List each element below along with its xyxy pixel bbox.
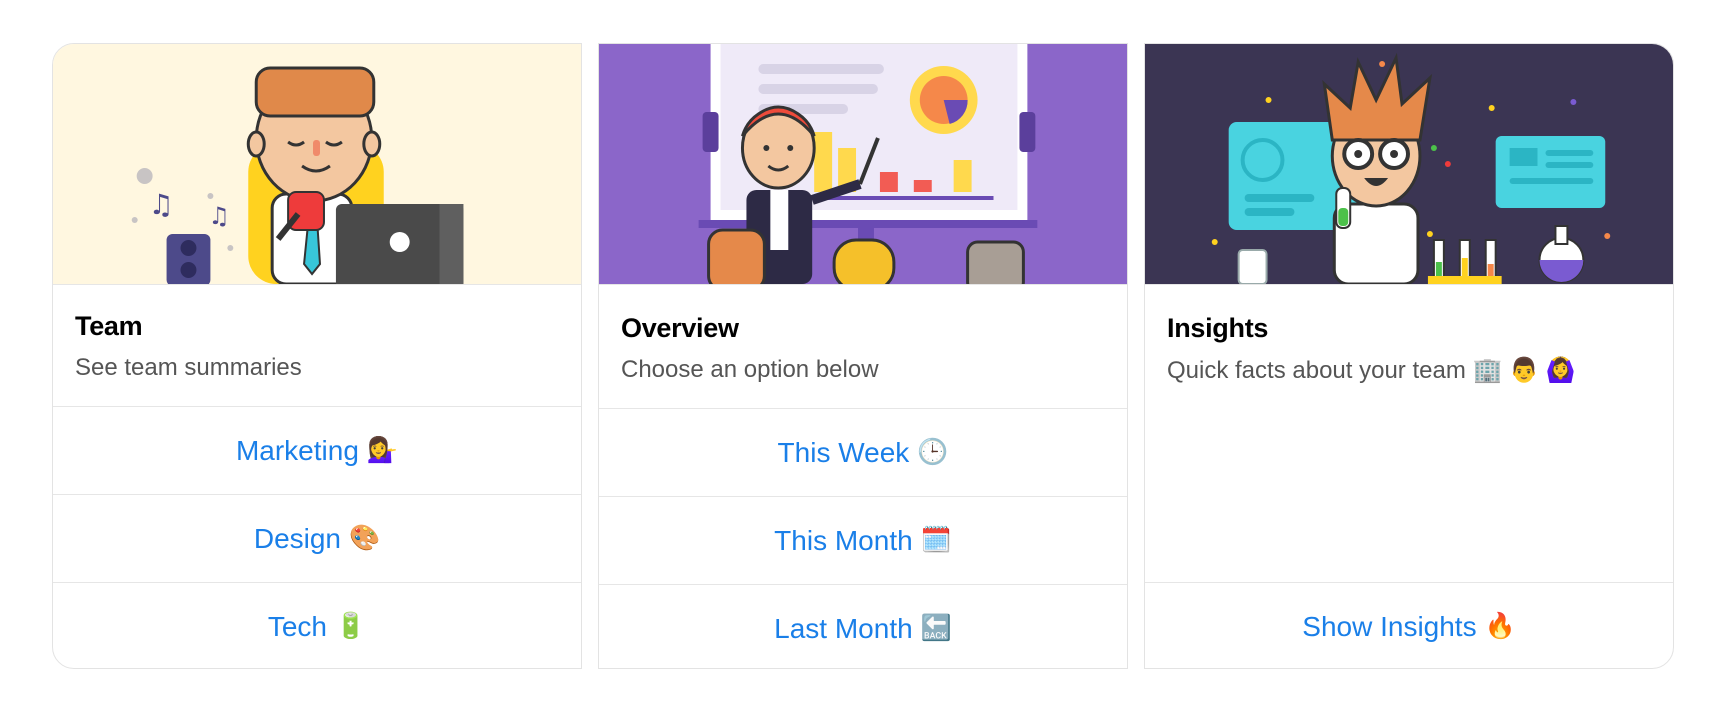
card-subtitle: Choose an option below bbox=[621, 356, 879, 383]
card-title: Overview bbox=[621, 313, 739, 343]
battery-icon: 🔋 bbox=[335, 612, 367, 640]
last-month-button[interactable]: Last Month 🔙 bbox=[599, 584, 1127, 668]
overview-card: Overview Choose an option below This Wee… bbox=[598, 43, 1128, 669]
tech-button[interactable]: Tech 🔋 bbox=[53, 582, 581, 668]
button-label: This Month bbox=[774, 524, 913, 556]
card-carousel: ♫ ♫ Team See team summaries Marketing 💁‍… bbox=[52, 43, 1674, 669]
card-subtitle: See team summaries bbox=[75, 354, 302, 381]
insights-card-header: Insights Quick facts about your team 🏢 👨… bbox=[1145, 284, 1673, 582]
card-title: Insights bbox=[1167, 313, 1269, 343]
insights-hero-illustration bbox=[1145, 44, 1673, 284]
clock-icon: 🕒 bbox=[917, 438, 949, 466]
show-insights-button[interactable]: Show Insights 🔥 bbox=[1145, 582, 1673, 668]
this-week-button[interactable]: This Week 🕒 bbox=[599, 408, 1127, 496]
overview-hero-illustration bbox=[599, 44, 1127, 284]
back-arrow-icon: 🔙 bbox=[920, 614, 952, 642]
button-label: Design bbox=[253, 522, 342, 554]
palette-icon: 🎨 bbox=[349, 524, 381, 552]
marketing-button[interactable]: Marketing 💁‍♀️ bbox=[53, 406, 581, 494]
woman-tipping-hand-icon: 💁‍♀️ bbox=[366, 436, 399, 464]
team-card: ♫ ♫ Team See team summaries Marketing 💁‍… bbox=[52, 43, 582, 669]
insights-card: Insights Quick facts about your team 🏢 👨… bbox=[1144, 43, 1674, 669]
card-title: Team bbox=[75, 311, 143, 341]
team-hero-illustration: ♫ ♫ bbox=[53, 44, 581, 284]
button-label: This Week bbox=[777, 436, 910, 468]
svg-text:♫: ♫ bbox=[149, 188, 174, 221]
button-label: Marketing bbox=[235, 434, 359, 466]
button-label: Tech bbox=[267, 610, 327, 642]
fire-icon: 🔥 bbox=[1484, 612, 1516, 640]
team-card-header: Team See team summaries bbox=[53, 284, 581, 406]
this-month-button[interactable]: This Month 🗓️ bbox=[599, 496, 1127, 584]
button-label: Show Insights bbox=[1302, 610, 1477, 642]
overview-card-header: Overview Choose an option below bbox=[599, 284, 1127, 408]
button-label: Last Month bbox=[774, 612, 913, 644]
svg-text:♫: ♫ bbox=[208, 202, 229, 230]
card-subtitle: Quick facts about your team 🏢 👨 🙆‍♀️ bbox=[1167, 357, 1576, 384]
design-button[interactable]: Design 🎨 bbox=[53, 494, 581, 582]
calendar-icon: 🗓️ bbox=[920, 526, 952, 554]
